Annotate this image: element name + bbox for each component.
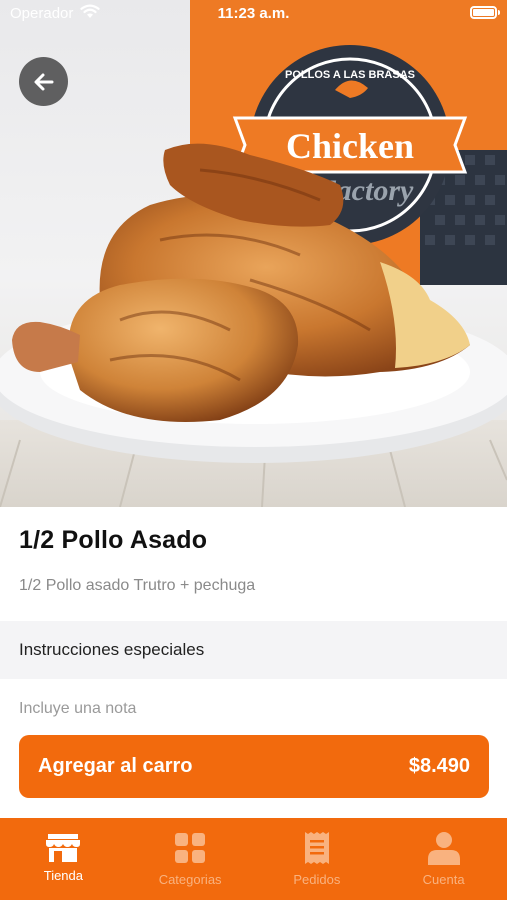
logo-small-text: POLLOS A LAS BRASAS [285,69,415,81]
tab-tienda[interactable]: Tienda [0,818,127,900]
status-bar: Operador 11:23 a.m. [0,0,507,28]
tab-pedidos[interactable]: Pedidos [254,818,381,900]
receipt-icon [254,830,381,866]
tab-label: Pedidos [293,872,341,887]
grid-icon [127,830,254,866]
note-input[interactable] [19,696,489,722]
add-to-cart-button[interactable]: Agregar al carro $8.490 [19,735,489,798]
store-icon [0,830,127,866]
tab-cuenta[interactable]: Cuenta [380,818,507,900]
product-image: POLLOS A LAS BRASAS Chicken Factory [0,0,507,507]
tab-label: Cuenta [422,872,465,887]
person-icon [380,830,507,866]
battery-icon [470,6,500,19]
back-button[interactable] [19,57,68,106]
product-description: 1/2 Pollo asado Trutro + pechuga [19,577,256,594]
arrow-left-icon [34,73,53,90]
price-label: $8.490 [408,755,470,777]
product-title: 1/2 Pollo Asado [19,526,208,554]
tab-label: Categorias [158,872,222,887]
tab-label: Tienda [43,868,84,883]
special-instructions-label: Instrucciones especiales [19,640,205,659]
roast-chicken-illustration: POLLOS A LAS BRASAS Chicken Factory [0,0,507,507]
logo-text: Chicken [286,126,414,166]
add-to-cart-label: Agregar al carro [38,755,193,777]
clock: 11:23 a.m. [217,5,290,22]
special-instructions-header: Instrucciones especiales [0,621,507,679]
tab-bar: Tienda Categorias Pedidos Cuenta [0,818,507,900]
tab-categorias[interactable]: Categorias [127,818,254,900]
